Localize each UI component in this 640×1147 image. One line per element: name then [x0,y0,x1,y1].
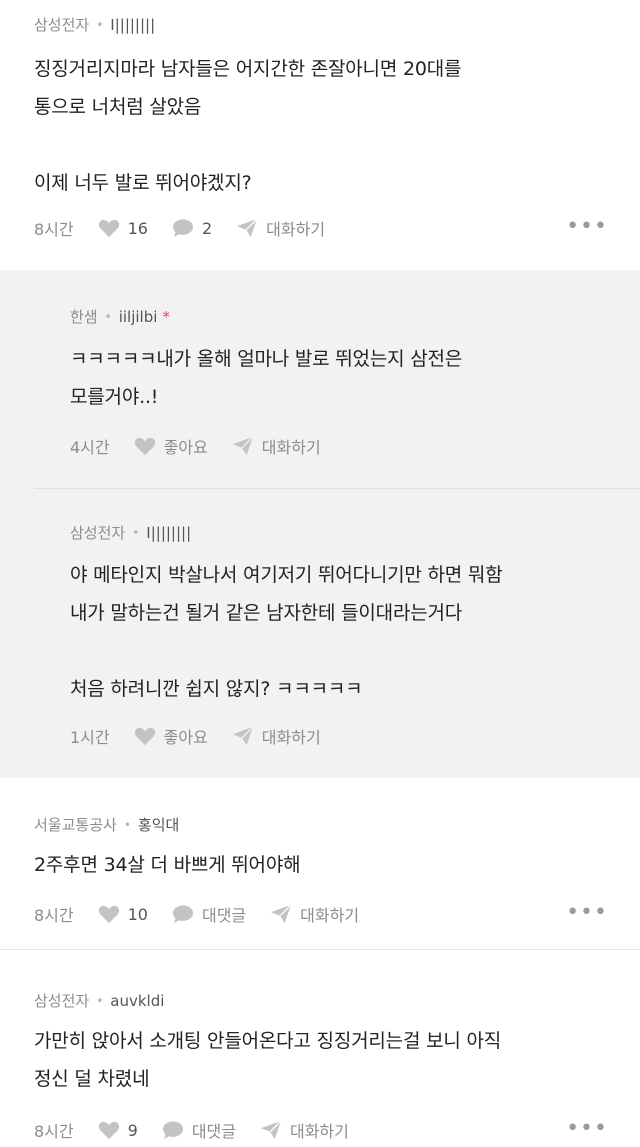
author-company[interactable]: 삼성전자 [34,14,89,35]
timestamp: 1시간 [70,724,110,748]
more-dots-icon[interactable]: ••• [566,214,608,239]
chat-button[interactable]: 대화하기 [232,724,321,748]
comment-line: 이제 너두 발로 뛰어야겠지? [34,172,252,194]
more-dots-icon[interactable]: ••• [566,1116,608,1141]
reply-label: 대댓글 [201,906,247,925]
author-handle[interactable]: I|||||||| [146,524,191,542]
comment-line: 징징거리지마라 남자들은 어지간한 존잘아니면 20대를 [34,58,462,80]
comment-meta: 서울교통공사 • 홍익대 [34,814,179,835]
chat-label: 대화하기 [300,906,360,925]
comment-line: 모를거야..! [70,386,159,408]
comment-4: 서울교통공사 • 홍익대 2주후면 34살 더 바쁘게 뛰어야해 8시간 10 … [0,778,640,950]
comment-line: 처음 하려니깐 쉽지 않지? ㅋㅋㅋㅋㅋ [70,678,363,700]
paper-plane-icon [271,904,292,924]
chat-label: 대화하기 [261,728,321,747]
timestamp: 8시간 [34,1118,74,1142]
comment-line: 내가 말하는건 될거 같은 남자한테 들이대라는거다 [70,602,463,624]
comment-actions: 8시간 9 대댓글 대화하기 [34,1118,373,1142]
reply-body: ㅋㅋㅋㅋㅋ내가 올해 얼마나 발로 뛰었는지 삼전은 모를거야..! [70,340,630,416]
reply-actions: 1시간 좋아요 대화하기 [70,724,345,748]
comment-line: 정신 덜 차렸네 [34,1068,150,1090]
meta-separator: • [96,17,104,32]
like-count: 16 [127,218,148,238]
heart-icon [98,905,119,924]
comment-1: 삼성전자 • I|||||||| 징징거리지마라 남자들은 어지간한 존잘아니면… [0,0,640,270]
comment-meta: 삼성전자 • I|||||||| [34,14,155,35]
reply-divider [34,488,640,489]
time-text: 4시간 [70,438,110,457]
chat-label: 대화하기 [266,220,326,239]
timestamp: 4시간 [70,434,110,458]
like-button[interactable]: 좋아요 [134,434,208,458]
comment-meta: 삼성전자 • auvkldi [34,990,164,1011]
speech-bubble-icon [162,1121,183,1140]
like-label: 좋아요 [163,438,208,457]
author-company[interactable]: 한샘 [70,306,98,327]
reply-meta: 한샘 • iiljilbi * [70,306,170,327]
author-badge: * [162,307,170,326]
timestamp: 8시간 [34,216,74,240]
chat-button[interactable]: 대화하기 [260,1118,349,1142]
comment-line: ㅋㅋㅋㅋㅋ내가 올해 얼마나 발로 뛰었는지 삼전은 [70,348,463,370]
reply-meta: 삼성전자 • I|||||||| [70,522,191,543]
comment-line: 야 메타인지 박살나서 여기저기 뛰어다니기만 하면 뭐함 [70,564,503,586]
comment-actions: 8시간 16 2 대화하기 [34,216,349,240]
comment-line: 가만히 앉아서 소개팅 안들어온다고 징징거리는걸 보니 아직 [34,1030,502,1052]
chat-button[interactable]: 대화하기 [232,434,321,458]
chat-button[interactable]: 대화하기 [270,902,359,926]
paper-plane-icon [232,436,254,456]
meta-separator: • [123,817,131,832]
comment-line: 2주후면 34살 더 바쁘게 뛰어야해 [34,854,301,876]
reply-label: 대댓글 [191,1122,236,1141]
time-text: 8시간 [34,1122,74,1141]
like-button[interactable]: 16 [98,218,148,238]
heart-icon [134,437,155,456]
timestamp: 8시간 [34,902,74,926]
author-company[interactable]: 서울교통공사 [34,814,117,835]
speech-bubble-icon [172,905,193,924]
like-count: 10 [127,904,148,924]
comment-body: 징징거리지마라 남자들은 어지간한 존잘아니면 20대를 통으로 너처럼 살았음… [34,50,614,202]
heart-icon [134,727,155,746]
meta-separator: • [132,525,140,540]
time-text: 8시간 [34,220,74,239]
like-label: 좋아요 [163,728,208,747]
like-button[interactable]: 9 [98,1120,138,1140]
reply-thread-container: 한샘 • iiljilbi * ㅋㅋㅋㅋㅋ내가 올해 얼마나 발로 뛰었는지 삼… [0,270,640,778]
author-handle[interactable]: I|||||||| [110,16,155,34]
reply-actions: 4시간 좋아요 대화하기 [70,434,345,458]
author-handle[interactable]: auvkldi [110,992,164,1010]
reply-button[interactable]: 2 [172,218,212,238]
comment-body: 가만히 앉아서 소개팅 안들어온다고 징징거리는걸 보니 아직 정신 덜 차렸네 [34,1022,624,1098]
time-text: 1시간 [70,728,110,747]
reply-body: 야 메타인지 박살나서 여기저기 뛰어다니기만 하면 뭐함 내가 말하는건 될거… [70,556,635,708]
chat-button[interactable]: 대화하기 [236,216,325,240]
paper-plane-icon [260,1120,282,1140]
meta-separator: • [104,309,112,324]
heart-icon [98,219,119,238]
author-company[interactable]: 삼성전자 [34,990,89,1011]
paper-plane-icon [232,726,254,746]
reply-count: 2 [201,218,213,238]
chat-label: 대화하기 [289,1122,349,1141]
paper-plane-icon [237,218,258,238]
heart-icon [98,1121,119,1140]
more-dots-icon[interactable]: ••• [566,900,608,925]
reply-button[interactable]: 대댓글 [172,902,246,926]
comment-actions: 8시간 10 대댓글 대화하기 [34,902,383,926]
meta-separator: • [96,993,104,1008]
author-handle[interactable]: 홍익대 [138,814,179,835]
comment-5: 삼성전자 • auvkldi 가만히 앉아서 소개팅 안들어온다고 징징거리는걸… [0,950,640,1147]
like-button[interactable]: 좋아요 [134,724,208,748]
chat-label: 대화하기 [261,438,321,457]
speech-bubble-icon [172,219,193,238]
author-handle[interactable]: iiljilbi [119,308,158,326]
like-count: 9 [127,1120,138,1140]
reply-button[interactable]: 대댓글 [162,1118,236,1142]
author-company[interactable]: 삼성전자 [70,522,125,543]
like-button[interactable]: 10 [98,904,148,924]
comment-line: 통으로 너처럼 살았음 [34,96,202,118]
time-text: 8시간 [34,906,74,925]
comment-body: 2주후면 34살 더 바쁘게 뛰어야해 [34,846,614,884]
